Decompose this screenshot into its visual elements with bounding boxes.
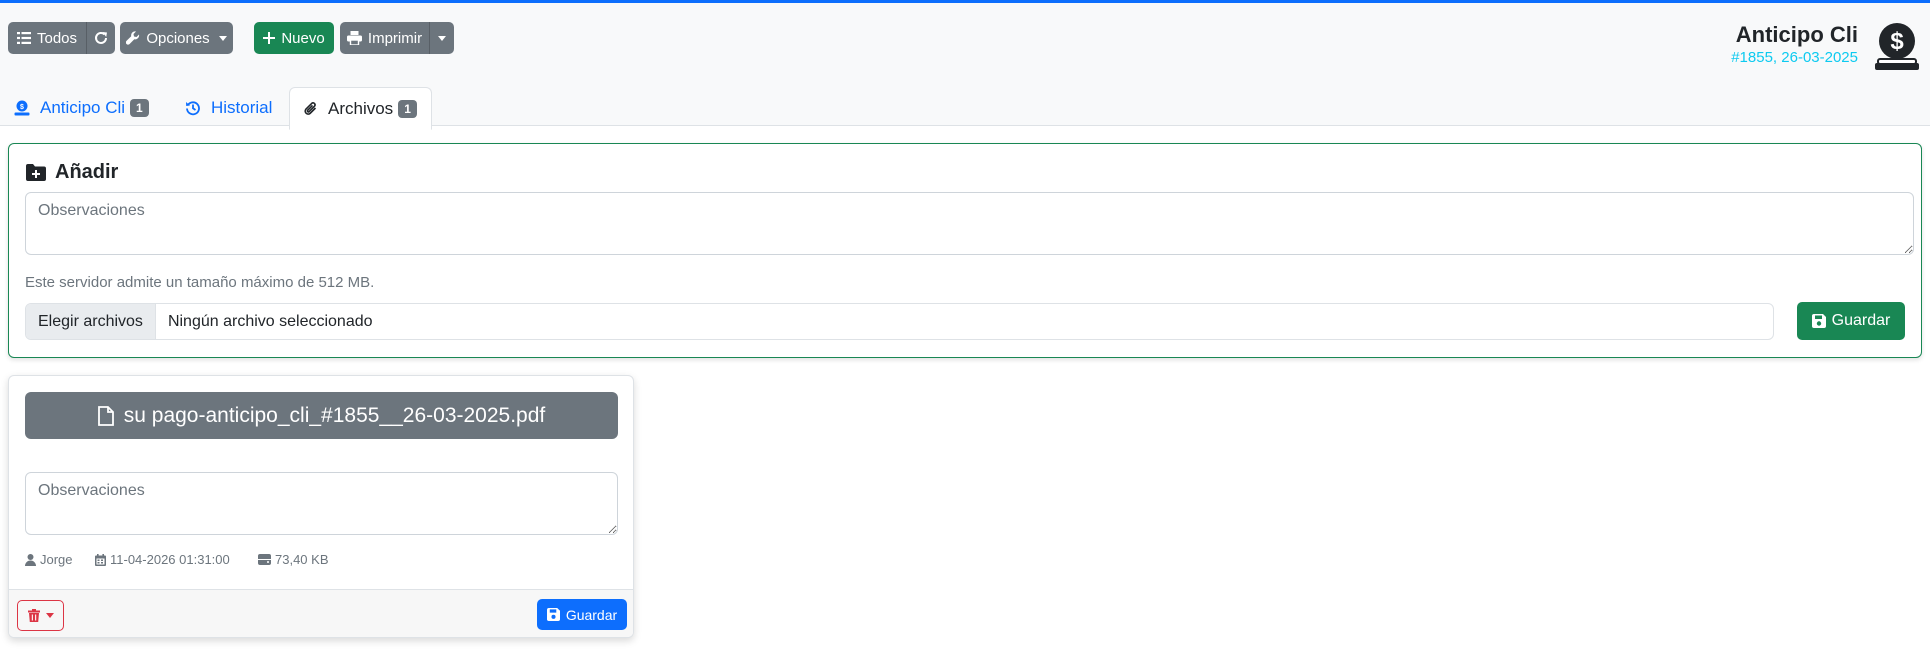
file-size: 73,40 KB (258, 552, 329, 567)
user-badge-icon: $ (14, 100, 30, 116)
tab-archivos[interactable]: Archivos 1 (289, 87, 432, 130)
page-subtitle: #1855, 26-03-2025 (1731, 49, 1858, 66)
imprimir-label: Imprimir (367, 29, 423, 47)
printer-icon (346, 31, 362, 45)
file-date: 11-04-2026 01:31:00 (95, 552, 230, 567)
nuevo-button[interactable]: Nuevo (254, 22, 334, 54)
todos-label: Todos (36, 29, 78, 47)
file-chooser-input[interactable]: Elegir archivos Ningún archivo seleccion… (25, 303, 1774, 340)
history-icon (186, 101, 200, 116)
opciones-label: Opciones (146, 29, 210, 47)
download-file-button[interactable]: su pago-anticipo_cli_#1855__26-03-2025.p… (25, 392, 618, 439)
tab-historial[interactable]: Historial (171, 87, 286, 129)
hand-holding-dollar-icon: $ (1875, 23, 1919, 70)
chevron-down-icon (218, 35, 227, 41)
save-upload-button[interactable]: Guardar (1797, 302, 1905, 340)
observations-textarea[interactable] (25, 192, 1914, 255)
chevron-down-icon (438, 35, 446, 41)
add-panel-title-text: Añadir (55, 161, 119, 183)
file-observations-textarea[interactable] (25, 472, 618, 535)
chevron-down-icon (45, 613, 54, 618)
choose-files-button[interactable]: Elegir archivos (26, 304, 156, 339)
refresh-icon (95, 31, 107, 44)
add-panel-title: Añadir (26, 161, 118, 184)
delete-dropdown-button[interactable] (17, 600, 64, 631)
calendar-icon (95, 553, 106, 566)
file-name-label: su pago-anticipo_cli_#1855__26-03-2025.p… (123, 403, 546, 427)
tab-label: Anticipo Cli (40, 98, 126, 117)
file-icon (97, 405, 114, 426)
tab-label: Historial (211, 98, 273, 117)
todos-button[interactable]: Todos (8, 22, 86, 54)
svg-text:$: $ (1890, 28, 1904, 55)
plus-icon (263, 32, 276, 44)
selected-file-name: Ningún archivo seleccionado (167, 312, 373, 330)
page-header: Todos Opciones Nuevo Imprimir Anticipo C… (0, 3, 1930, 130)
tab-count-badge: 1 (130, 99, 149, 117)
save-label: Guardar (565, 606, 618, 623)
tab-label: Archivos (328, 98, 394, 118)
file-user-name: Jorge (40, 552, 73, 567)
save-label: Guardar (1831, 312, 1891, 329)
save-file-button[interactable]: Guardar (537, 599, 627, 630)
opciones-dropdown-button[interactable]: Opciones (120, 22, 233, 54)
tab-count-badge: 1 (398, 99, 417, 118)
paperclip-icon (304, 101, 317, 115)
file-user: Jorge (25, 552, 73, 567)
file-size-value: 73,40 KB (275, 552, 329, 567)
todos-button-group: Todos (8, 22, 115, 54)
user-icon (25, 553, 36, 566)
trash-icon (27, 609, 40, 622)
hard-drive-icon (258, 554, 271, 565)
max-size-help-text: Este servidor admite un tamaño máximo de… (25, 274, 375, 291)
nuevo-label: Nuevo (281, 29, 325, 47)
save-icon (546, 608, 560, 621)
file-card: su pago-anticipo_cli_#1855__26-03-2025.p… (8, 375, 634, 638)
list-icon (16, 32, 31, 44)
imprimir-button[interactable]: Imprimir (340, 22, 429, 54)
imprimir-button-group: Imprimir (340, 22, 454, 54)
file-date-value: 11-04-2026 01:31:00 (110, 552, 230, 567)
add-file-panel: Añadir Este servidor admite un tamaño má… (8, 143, 1922, 358)
tab-anticipo-cli[interactable]: $ Anticipo Cli 1 (0, 87, 163, 129)
title-block: Anticipo Cli #1855, 26-03-2025 (1731, 21, 1858, 68)
svg-text:$: $ (20, 104, 24, 111)
wrench-icon (126, 31, 140, 45)
folder-plus-icon (26, 164, 46, 181)
page-title: Anticipo Cli (1735, 22, 1858, 47)
file-card-footer: Guardar (9, 589, 633, 637)
save-icon (1811, 314, 1826, 328)
imprimir-dropdown-toggle[interactable] (430, 22, 454, 54)
refresh-button[interactable] (87, 22, 115, 54)
